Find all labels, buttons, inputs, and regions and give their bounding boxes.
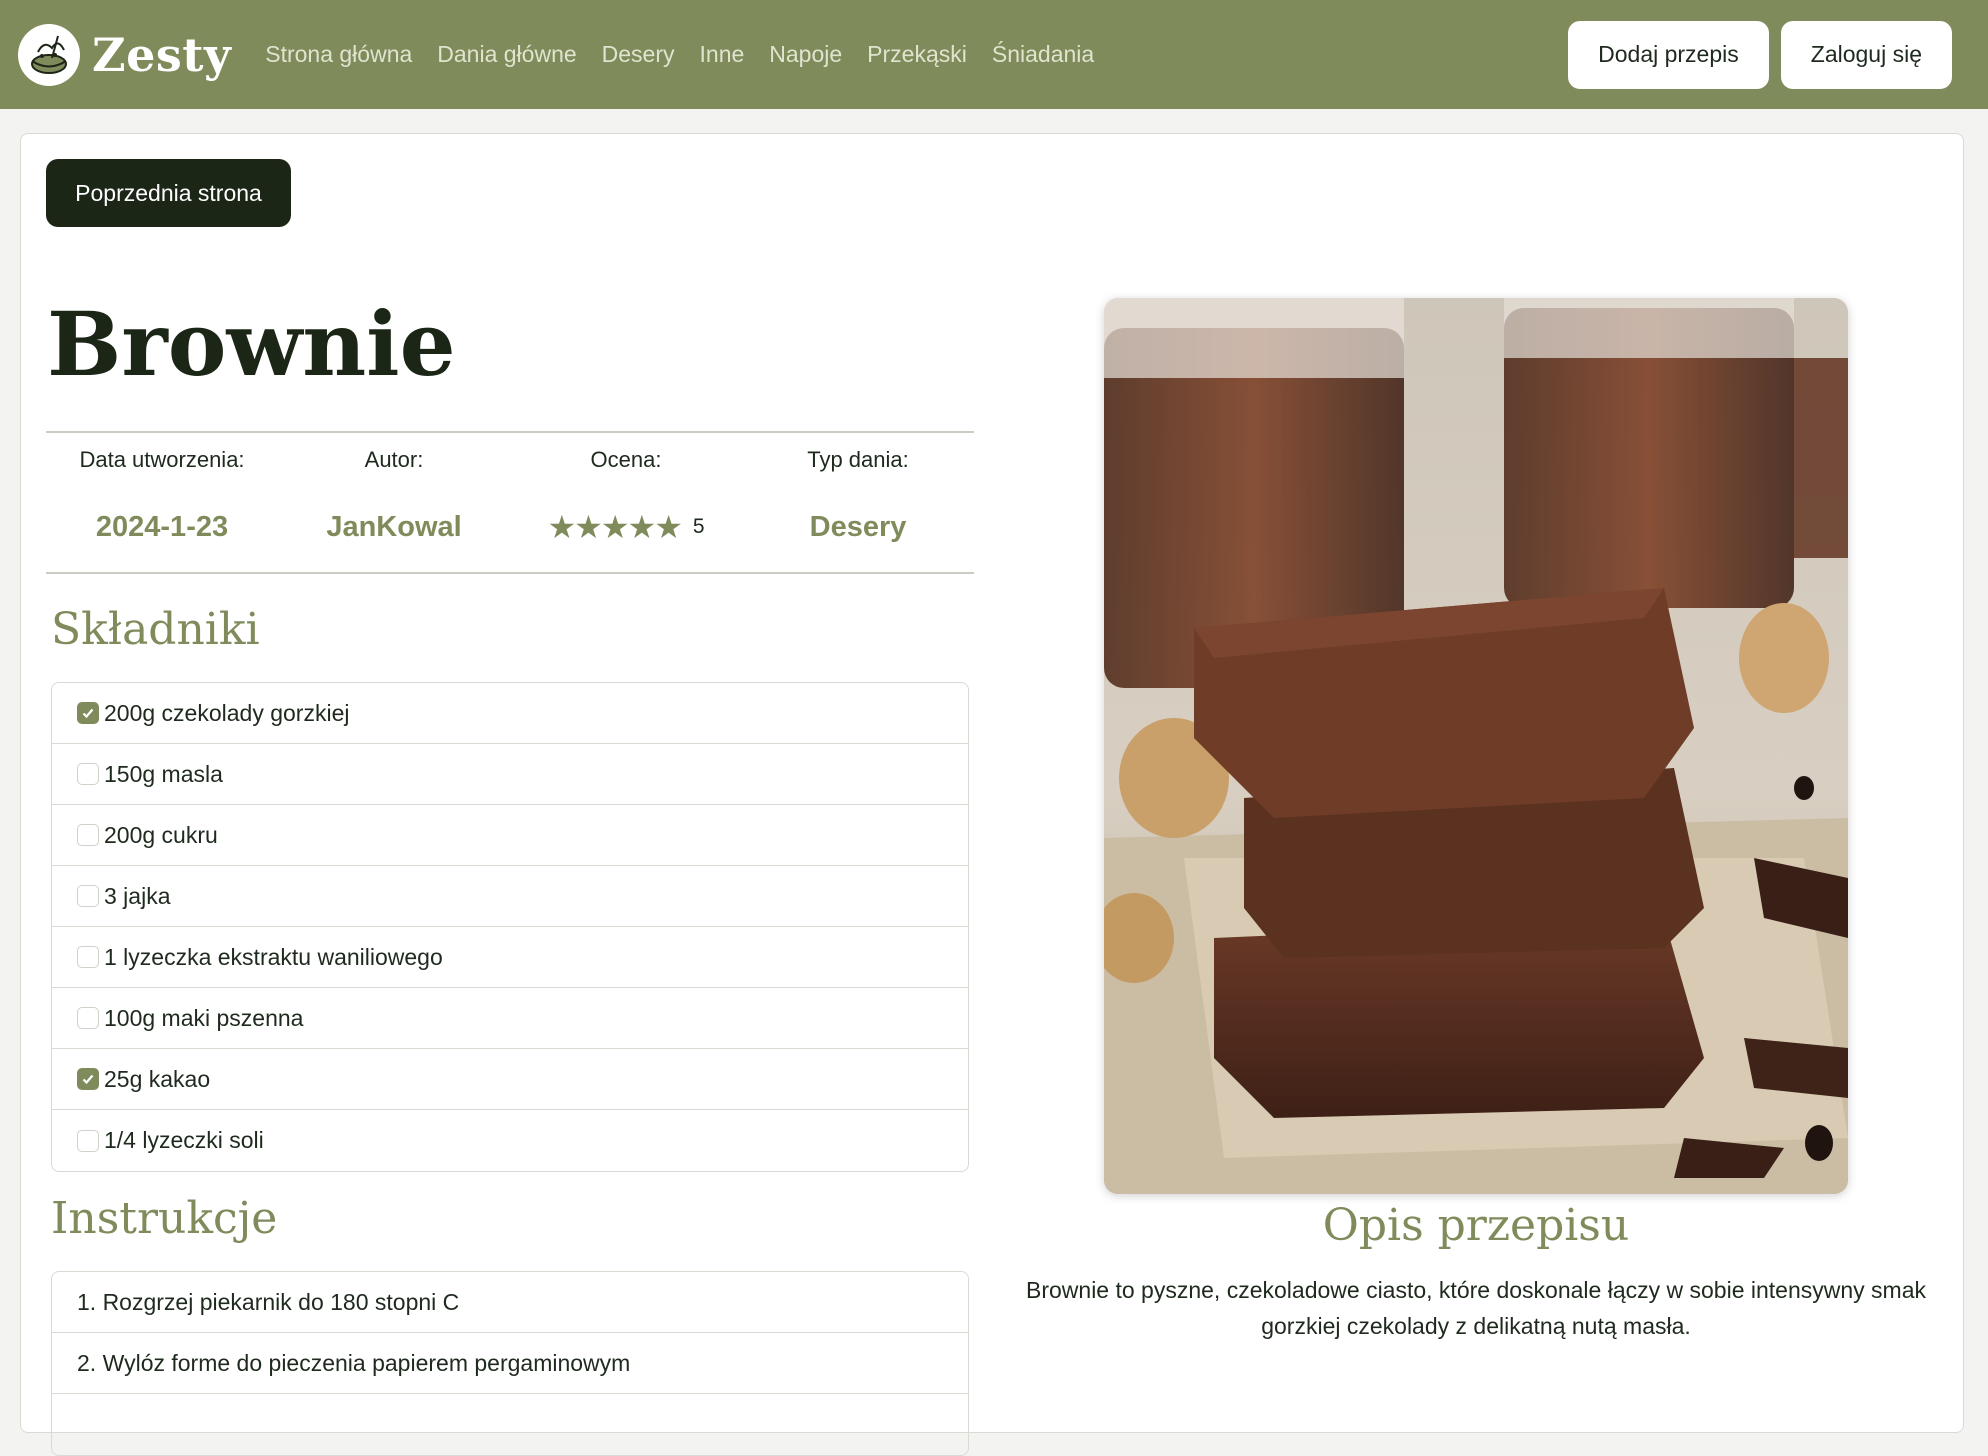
ingredients-title: Składniki [51,604,260,655]
ingredient-item[interactable]: 1/4 lyzeczki soli [52,1110,968,1171]
meta-date: Data utworzenia: 2024-1-23 [46,433,278,572]
nav-link-breakfasts[interactable]: Śniadania [992,41,1094,68]
ingredient-checkbox[interactable] [77,946,99,968]
ingredient-label: 150g masla [104,760,223,787]
ingredient-item[interactable]: 3 jajka [52,866,968,927]
meta-date-label: Data utworzenia: [79,447,245,472]
nav-link-home[interactable]: Strona główna [265,41,412,68]
ingredient-label: 3 jajka [104,882,171,909]
nav-link-other[interactable]: Inne [700,41,745,68]
ingredient-checkbox[interactable] [77,702,99,724]
login-button[interactable]: Zaloguj się [1780,20,1952,89]
rating-value: 5 [692,515,705,538]
meta-author-value[interactable]: JanKowal [278,511,510,544]
ingredient-item[interactable]: 200g cukru [52,805,968,866]
ingredient-label: 25g kakao [104,1065,211,1092]
brand[interactable]: Zesty [18,23,232,86]
ingredient-checkbox[interactable] [77,885,99,907]
ingredient-item[interactable]: 200g czekolady gorzkiej [52,683,968,744]
ingredient-checkbox[interactable] [77,1068,99,1090]
ingredient-label: 100g maki pszenna [104,1004,304,1031]
instruction-step: 1. Rozgrzej piekarnik do 180 stopni C [52,1272,968,1333]
ingredient-item[interactable]: 25g kakao [52,1049,968,1110]
instructions-list: 1. Rozgrzej piekarnik do 180 stopni C 2.… [51,1271,969,1456]
instruction-step: 2. Wylóz forme do pieczenia papierem per… [52,1333,968,1394]
meta-date-value: 2024-1-23 [95,511,229,543]
ingredient-checkbox[interactable] [77,824,99,846]
meta-author: Autor: JanKowal [278,433,510,572]
navbar: Zesty Strona główna Dania główne Desery … [0,0,1988,109]
meta-rating-label: Ocena: [590,447,662,472]
instructions-title: Instrukcje [51,1193,278,1244]
add-recipe-button[interactable]: Dodaj przepis [1568,20,1769,89]
nav-links: Strona główna Dania główne Desery Inne N… [265,41,1119,68]
nav-link-main-dishes[interactable]: Dania główne [437,41,576,68]
recipe-photo [1104,298,1848,1194]
star-rating-icon: ★★★★★ [547,509,682,545]
ingredients-list: 200g czekolady gorzkiej 150g masla 200g … [51,682,969,1172]
recipe-meta: Data utworzenia: 2024-1-23 Autor: JanKow… [46,431,974,574]
nav-link-snacks[interactable]: Przekąski [867,41,967,68]
description-text: Brownie to pyszne, czekoladowe ciasto, k… [1026,1277,1926,1339]
ingredient-label: 200g cukru [104,821,218,848]
ingredient-item[interactable]: 100g maki pszenna [52,988,968,1049]
nav-actions: Dodaj przepis Zaloguj się [1556,20,1952,89]
ingredient-label: 1 lyzeczka ekstraktu waniliowego [104,943,443,970]
ingredient-item[interactable]: 150g masla [52,744,968,805]
ingredient-checkbox[interactable] [77,1007,99,1029]
meta-type: Typ dania: Desery [742,433,974,572]
nav-link-drinks[interactable]: Napoje [769,41,842,68]
chef-bowl-icon [18,23,80,86]
recipe-card: Poprzednia strona Brownie Data utworzeni… [20,133,1964,1456]
back-button[interactable]: Poprzednia strona [46,159,291,227]
instruction-step [52,1394,968,1455]
ingredient-label: 1/4 lyzeczki soli [104,1127,264,1153]
brand-name: Zesty [92,27,232,82]
nav-link-desserts[interactable]: Desery [602,41,675,68]
ingredient-item[interactable]: 1 lyzeczka ekstraktu waniliowego [52,927,968,988]
recipe-title: Brownie [47,292,456,396]
rating-row: ★★★★★ 5 [510,511,742,543]
meta-rating: Ocena: ★★★★★ 5 [510,433,742,572]
ingredient-checkbox[interactable] [77,763,99,785]
meta-type-label: Typ dania: [807,447,909,472]
description-title: Opis przepisu [1322,1200,1630,1251]
ingredient-checkbox[interactable] [77,1129,99,1152]
meta-type-value[interactable]: Desery [742,511,974,544]
meta-author-label: Autor: [364,447,424,472]
ingredient-label: 200g czekolady gorzkiej [104,699,350,726]
